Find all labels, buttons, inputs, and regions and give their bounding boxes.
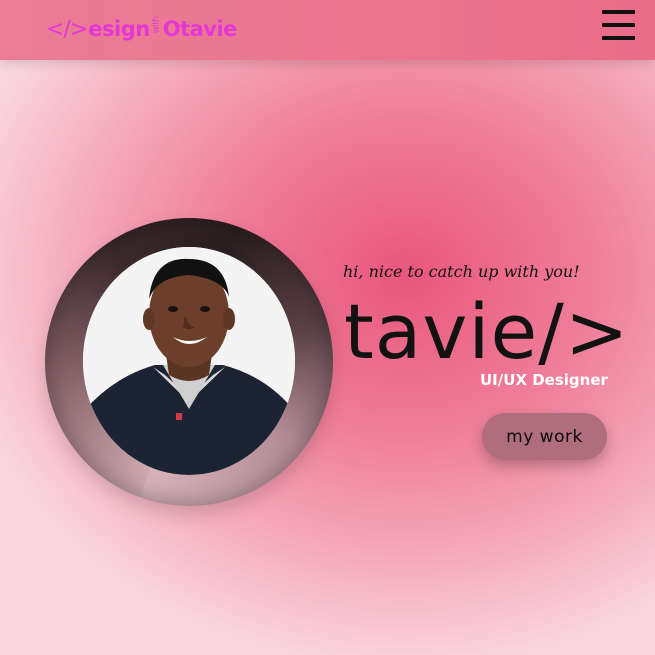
greeting-text: hi, nice to catch up with you!	[343, 262, 580, 281]
site-header: </> esign with Otavie	[0, 0, 655, 60]
hamburger-menu-icon[interactable]	[602, 10, 635, 40]
shirt-logo	[176, 413, 182, 420]
logo-text-with: with	[151, 16, 162, 34]
eye-left	[168, 306, 178, 312]
my-work-button[interactable]: my work	[482, 413, 607, 460]
menu-line	[602, 23, 635, 27]
ear-right	[223, 308, 235, 330]
logo-text-otavie: Otavie	[162, 17, 238, 41]
eye-right	[200, 306, 210, 312]
ear-left	[143, 308, 155, 330]
profile-photo-illustration	[83, 247, 295, 475]
site-logo[interactable]: </> esign with Otavie	[46, 12, 237, 46]
logo-text-design: esign	[88, 17, 150, 41]
profile-photo	[83, 247, 295, 475]
job-title: UI/UX Designer	[480, 371, 608, 389]
brand-name: tavie/>	[344, 287, 630, 376]
menu-line	[602, 10, 635, 14]
menu-line	[602, 36, 635, 40]
code-icon: </>	[46, 16, 88, 42]
